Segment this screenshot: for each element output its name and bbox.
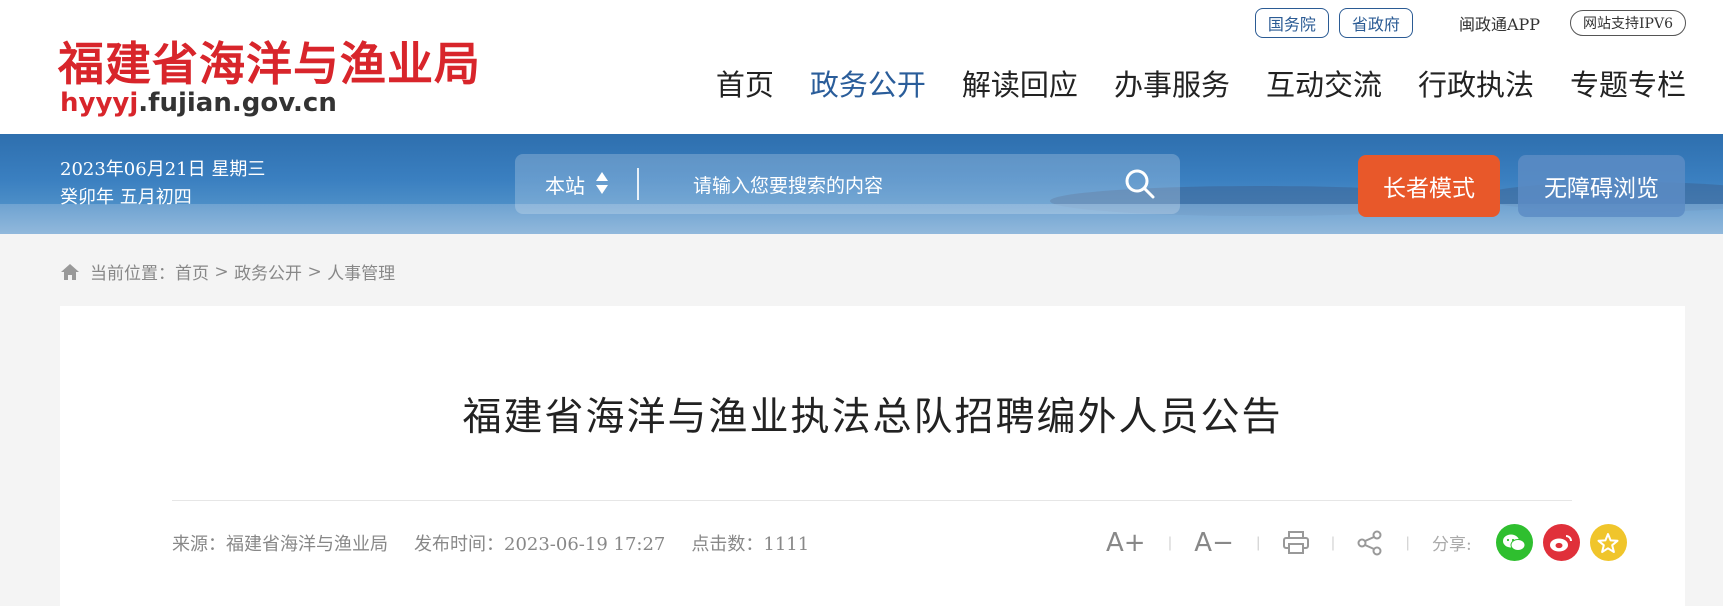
article-tools: A+ | A− | | | 分享: — [1106, 524, 1627, 561]
title-divider — [172, 500, 1572, 501]
link-provincial-gov[interactable]: 省政府 — [1338, 8, 1413, 38]
site-header: 福建省海洋与渔业局 hyyyj.fujian.gov.cn 国务院 省政府 闽政… — [0, 0, 1723, 134]
date-lunar: 癸卯年 五月初四 — [60, 187, 192, 208]
share-wechat-button[interactable] — [1495, 524, 1533, 561]
article-clicks: 点击数：1111 — [691, 534, 810, 555]
star-icon — [1597, 532, 1619, 553]
search-input[interactable]: 请输入您要搜索的内容 — [693, 171, 883, 198]
date-gregorian: 2023年06月21日 星期三 — [60, 159, 266, 180]
site-logo-title[interactable]: 福建省海洋与渔业局 — [58, 28, 481, 94]
breadcrumb-separator: > — [302, 261, 328, 282]
search-icon[interactable] — [1124, 168, 1156, 200]
tool-separator: | — [1330, 534, 1336, 551]
top-links: 国务院 省政府 闽政通APP 网站支持IPV6 — [1254, 8, 1686, 38]
wechat-icon — [1503, 534, 1526, 551]
tool-separator: | — [1255, 534, 1261, 551]
search-scope-select[interactable]: 本站 — [545, 170, 585, 199]
font-decrease-button[interactable]: A− — [1194, 528, 1234, 558]
article-meta: 来源：福建省海洋与渔业局 发布时间：2023-06-19 17:27 点击数：1… — [172, 530, 809, 556]
breadcrumb-item-home[interactable]: 首页 — [175, 259, 209, 284]
date-display: 2023年06月21日 星期三 癸卯年 五月初四 — [60, 156, 265, 212]
accessibility-button[interactable]: 无障碍浏览 — [1518, 155, 1685, 217]
nav-item-interaction[interactable]: 互动交流 — [1266, 62, 1382, 104]
site-domain: hyyyj.fujian.gov.cn — [60, 88, 337, 118]
share-label: 分享: — [1432, 535, 1472, 555]
nav-item-services[interactable]: 办事服务 — [1114, 62, 1230, 104]
nav-item-gov-affairs[interactable]: 政务公开 — [810, 62, 926, 104]
home-icon — [61, 263, 79, 280]
weibo-icon — [1550, 534, 1573, 551]
share-icon[interactable] — [1357, 530, 1383, 556]
breadcrumb-separator: > — [209, 261, 235, 282]
article-card: 福建省海洋与渔业执法总队招聘编外人员公告 来源：福建省海洋与渔业局 发布时间：2… — [60, 306, 1685, 606]
ipv6-badge: 网站支持IPV6 — [1570, 10, 1686, 36]
domain-highlight: hyyyj — [60, 88, 139, 118]
banner: 2023年06月21日 星期三 癸卯年 五月初四 本站 请输入您要搜索的内容 长… — [0, 134, 1723, 234]
main-nav: 首页 政务公开 解读回应 办事服务 互动交流 行政执法 专题专栏 — [716, 62, 1686, 104]
nav-item-interpretation[interactable]: 解读回应 — [962, 62, 1078, 104]
search-divider — [637, 168, 639, 200]
share-weibo-button[interactable] — [1542, 524, 1580, 561]
nav-item-topics[interactable]: 专题专栏 — [1570, 62, 1686, 104]
print-icon[interactable] — [1282, 530, 1309, 555]
article-publish-time: 发布时间：2023-06-19 17:27 — [414, 534, 666, 555]
article-source: 来源：福建省海洋与渔业局 — [172, 534, 388, 555]
sort-arrows-icon[interactable] — [595, 170, 609, 196]
search-box: 本站 请输入您要搜索的内容 — [515, 154, 1180, 214]
share-favorite-button[interactable] — [1589, 524, 1627, 561]
nav-item-enforcement[interactable]: 行政执法 — [1418, 62, 1534, 104]
breadcrumb-prefix: 当前位置： — [90, 264, 175, 284]
elder-mode-button[interactable]: 长者模式 — [1358, 155, 1500, 217]
domain-rest: .fujian.gov.cn — [138, 88, 337, 118]
breadcrumb-item-personnel[interactable]: 人事管理 — [327, 259, 395, 284]
tool-separator: | — [1405, 534, 1411, 551]
tool-separator: | — [1167, 534, 1173, 551]
breadcrumb-item-gov-affairs[interactable]: 政务公开 — [234, 259, 302, 284]
link-app[interactable]: 闽政通APP — [1459, 11, 1540, 35]
link-state-council[interactable]: 国务院 — [1254, 8, 1329, 38]
font-increase-button[interactable]: A+ — [1106, 528, 1146, 558]
article-title: 福建省海洋与渔业执法总队招聘编外人员公告 — [462, 395, 1283, 440]
nav-item-home[interactable]: 首页 — [716, 62, 774, 104]
breadcrumb: 当前位置： 首页 > 政务公开 > 人事管理 — [60, 259, 395, 284]
